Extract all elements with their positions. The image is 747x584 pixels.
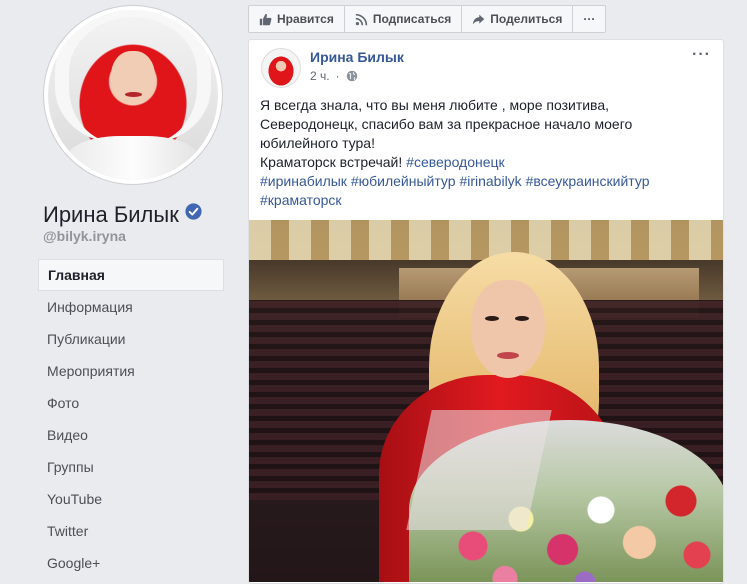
- share-arrow-icon: [473, 14, 485, 24]
- nav-item-events[interactable]: Мероприятия: [38, 355, 224, 387]
- page-username: @bilyk.iryna: [43, 228, 126, 244]
- page-title: Ирина Билык: [43, 202, 179, 227]
- hashtag-link[interactable]: #краматорск: [260, 192, 342, 208]
- nav-item-twitter[interactable]: Twitter: [38, 515, 224, 547]
- hashtag-link[interactable]: #иринабилык: [260, 173, 347, 189]
- like-label: Нравится: [277, 12, 334, 26]
- post-author-avatar[interactable]: [261, 48, 301, 88]
- verified-badge-icon: [185, 200, 202, 226]
- post-text-line: Краматорск встречай! #северодонецк: [260, 153, 712, 172]
- share-page-button[interactable]: Поделиться: [462, 6, 574, 32]
- page-nav: Главная Информация Публикации Мероприяти…: [38, 259, 224, 579]
- nav-item-googleplus[interactable]: Google+: [38, 547, 224, 579]
- nav-item-main[interactable]: Главная: [38, 259, 224, 291]
- nav-item-photos[interactable]: Фото: [38, 387, 224, 419]
- nav-item-youtube[interactable]: YouTube: [38, 483, 224, 515]
- share-label: Поделиться: [490, 12, 563, 26]
- hashtag-link[interactable]: #юбилейныйтур: [351, 173, 456, 189]
- hashtag-link[interactable]: #северодонецк: [406, 154, 505, 170]
- post-meta: 2 ч. ·: [310, 69, 358, 83]
- post-text-line: юбилейного тура!: [260, 135, 375, 151]
- post-timestamp[interactable]: 2 ч.: [310, 69, 330, 83]
- post-options-button[interactable]: ···: [692, 46, 711, 64]
- more-actions-button[interactable]: ···: [573, 6, 605, 32]
- post-text: Я всегда знала, что вы меня любите , мор…: [260, 96, 712, 210]
- nav-item-videos[interactable]: Видео: [38, 419, 224, 451]
- profile-avatar[interactable]: [44, 6, 222, 184]
- page-action-bar: Нравится Подписаться Поделиться ···: [248, 5, 607, 33]
- post-card: Ирина Билык 2 ч. · ··· Я всегда знала, ч…: [248, 39, 724, 584]
- hashtag-link[interactable]: #irinabilyk: [459, 173, 521, 189]
- follow-page-button[interactable]: Подписаться: [345, 6, 463, 32]
- rss-icon: [355, 13, 368, 25]
- like-page-button[interactable]: Нравится: [249, 6, 345, 32]
- nav-item-posts[interactable]: Публикации: [38, 323, 224, 355]
- post-photo[interactable]: [249, 220, 723, 582]
- page-sidebar: Ирина Билык @bilyk.iryna Главная Информа…: [0, 0, 236, 584]
- post-text-line: Я всегда знала, что вы меня любите , мор…: [260, 97, 610, 113]
- follow-label: Подписаться: [372, 12, 452, 26]
- post-text-segment: Краматорск встречай!: [260, 154, 407, 170]
- post-hashtag-line: #иринабилык #юбилейныйтур #irinabilyk #в…: [260, 172, 712, 191]
- post-author-name[interactable]: Ирина Билык: [310, 49, 404, 65]
- thumbs-up-icon: [259, 13, 272, 25]
- post-hashtag-line: #краматорск: [260, 191, 712, 210]
- page-title-wrap: Ирина Билык: [43, 200, 202, 228]
- hashtag-link[interactable]: #всеукраинскийтур: [526, 173, 650, 189]
- post-text-line: Северодонецк, спасибо вам за прекрасное …: [260, 116, 633, 132]
- globe-icon: [346, 70, 357, 82]
- nav-item-info[interactable]: Информация: [38, 291, 224, 323]
- nav-item-groups[interactable]: Группы: [38, 451, 224, 483]
